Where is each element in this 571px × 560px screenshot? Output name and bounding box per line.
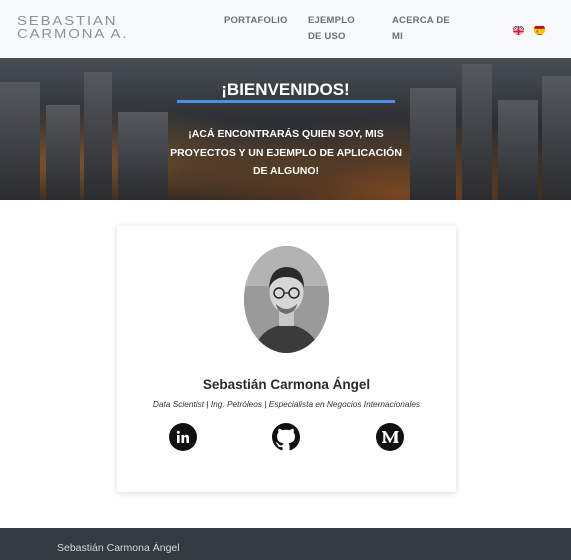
linkedin-icon [176,430,189,443]
footer-copyright: Sebastián Carmona Ángel [57,542,180,554]
profile-tagline: Data Scientist | Ing. Petróleos | Especi… [152,399,421,409]
footer: Sebastián Carmona Ángel [0,528,571,560]
profile-card: Sebastián Carmona Ángel Data Scientist |… [117,226,456,492]
hero-title: ¡BIENVENIDOS! [221,80,350,99]
hero-banner: ¡BIENVENIDOS! ¡ACÁ ENCONTRARÁS QUIEN SOY… [0,58,571,200]
profile-name: Sebastián Carmona Ángel [202,377,371,392]
spain-flag-icon[interactable] [534,24,545,35]
avatar [244,246,329,353]
logo-line-2: CARMONA A. [17,27,129,41]
hero-building [410,88,456,200]
linkedin-link[interactable] [169,423,197,451]
nav-link-portafolio[interactable]: PORTAFOLIO [224,13,288,29]
github-icon [272,423,300,451]
hero-building [118,112,168,200]
uk-flag-icon[interactable] [513,24,524,35]
hero-building [46,105,80,200]
nav-link-acerca-de-mi[interactable]: ACERCA DE MI [392,13,452,45]
nav-link-ejemplo-de-uso[interactable]: EJEMPLO DE USO [308,13,358,45]
brand-logo[interactable]: SEBASTIAN CARMONA A. [17,15,126,43]
github-link[interactable] [272,423,300,451]
medium-link[interactable] [376,423,404,451]
hero-underline [177,100,395,103]
hero-building [498,100,538,200]
medium-icon [381,431,399,443]
hero-subtitle: ¡ACÁ ENCONTRARÁS QUIEN SOY, MIS PROYECTO… [170,128,402,177]
navbar: SEBASTIAN CARMONA A. PORTAFOLIO EJEMPLO … [0,0,571,58]
